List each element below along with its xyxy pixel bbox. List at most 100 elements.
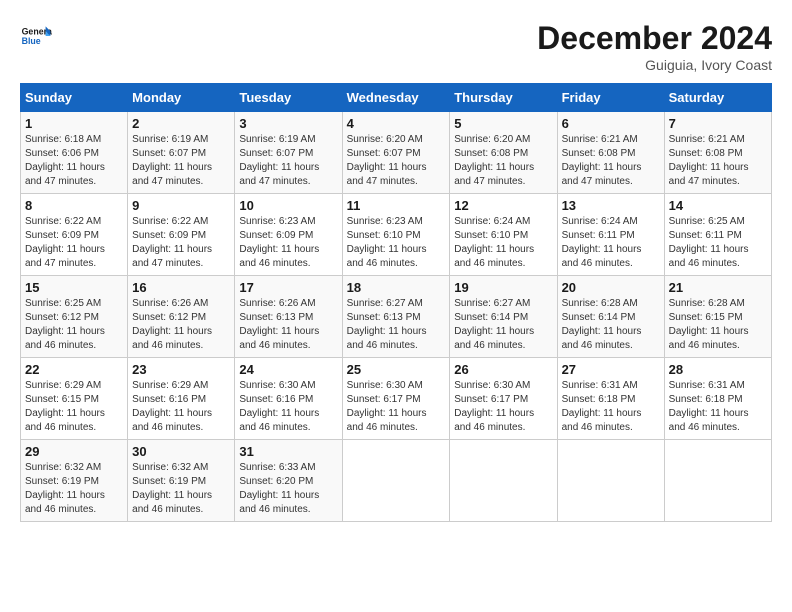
day-info: Sunrise: 6:27 AMSunset: 6:13 PMDaylight:… [347,298,427,351]
day-number: 11 [347,198,446,213]
logo-icon: General Blue [20,20,52,52]
day-info: Sunrise: 6:20 AMSunset: 6:07 PMDaylight:… [347,134,427,187]
day-number: 21 [669,280,767,295]
calendar-cell: 7 Sunrise: 6:21 AMSunset: 6:08 PMDayligh… [664,112,771,194]
day-info: Sunrise: 6:32 AMSunset: 6:19 PMDaylight:… [132,462,212,515]
day-info: Sunrise: 6:33 AMSunset: 6:20 PMDaylight:… [239,462,319,515]
weekday-header-friday: Friday [557,84,664,112]
day-number: 5 [454,116,552,131]
weekday-header-monday: Monday [128,84,235,112]
svg-text:Blue: Blue [22,36,41,46]
weekday-header-row: SundayMondayTuesdayWednesdayThursdayFrid… [21,84,772,112]
calendar-cell: 31 Sunrise: 6:33 AMSunset: 6:20 PMDaylig… [235,440,342,522]
day-info: Sunrise: 6:20 AMSunset: 6:08 PMDaylight:… [454,134,534,187]
day-number: 16 [132,280,230,295]
calendar-cell: 14 Sunrise: 6:25 AMSunset: 6:11 PMDaylig… [664,194,771,276]
calendar-week-row: 1 Sunrise: 6:18 AMSunset: 6:06 PMDayligh… [21,112,772,194]
calendar-cell: 26 Sunrise: 6:30 AMSunset: 6:17 PMDaylig… [450,358,557,440]
day-info: Sunrise: 6:29 AMSunset: 6:16 PMDaylight:… [132,380,212,433]
weekday-header-thursday: Thursday [450,84,557,112]
day-info: Sunrise: 6:22 AMSunset: 6:09 PMDaylight:… [132,216,212,269]
calendar-week-row: 29 Sunrise: 6:32 AMSunset: 6:19 PMDaylig… [21,440,772,522]
day-info: Sunrise: 6:19 AMSunset: 6:07 PMDaylight:… [132,134,212,187]
calendar-cell: 23 Sunrise: 6:29 AMSunset: 6:16 PMDaylig… [128,358,235,440]
day-number: 2 [132,116,230,131]
weekday-header-saturday: Saturday [664,84,771,112]
day-info: Sunrise: 6:19 AMSunset: 6:07 PMDaylight:… [239,134,319,187]
day-number: 19 [454,280,552,295]
calendar-cell: 12 Sunrise: 6:24 AMSunset: 6:10 PMDaylig… [450,194,557,276]
day-number: 29 [25,444,123,459]
month-title: December 2024 [537,20,772,57]
day-number: 24 [239,362,337,377]
calendar-cell: 17 Sunrise: 6:26 AMSunset: 6:13 PMDaylig… [235,276,342,358]
day-number: 27 [562,362,660,377]
day-number: 1 [25,116,123,131]
day-number: 22 [25,362,123,377]
weekday-header-tuesday: Tuesday [235,84,342,112]
day-number: 30 [132,444,230,459]
calendar-cell: 24 Sunrise: 6:30 AMSunset: 6:16 PMDaylig… [235,358,342,440]
day-number: 25 [347,362,446,377]
day-info: Sunrise: 6:18 AMSunset: 6:06 PMDaylight:… [25,134,105,187]
day-info: Sunrise: 6:30 AMSunset: 6:17 PMDaylight:… [347,380,427,433]
day-info: Sunrise: 6:23 AMSunset: 6:10 PMDaylight:… [347,216,427,269]
calendar-cell [342,440,450,522]
calendar-cell: 5 Sunrise: 6:20 AMSunset: 6:08 PMDayligh… [450,112,557,194]
day-number: 13 [562,198,660,213]
calendar-cell: 27 Sunrise: 6:31 AMSunset: 6:18 PMDaylig… [557,358,664,440]
day-number: 7 [669,116,767,131]
calendar-cell [664,440,771,522]
calendar-week-row: 15 Sunrise: 6:25 AMSunset: 6:12 PMDaylig… [21,276,772,358]
calendar-cell: 19 Sunrise: 6:27 AMSunset: 6:14 PMDaylig… [450,276,557,358]
calendar-cell: 10 Sunrise: 6:23 AMSunset: 6:09 PMDaylig… [235,194,342,276]
day-info: Sunrise: 6:32 AMSunset: 6:19 PMDaylight:… [25,462,105,515]
day-info: Sunrise: 6:31 AMSunset: 6:18 PMDaylight:… [562,380,642,433]
calendar-cell: 6 Sunrise: 6:21 AMSunset: 6:08 PMDayligh… [557,112,664,194]
day-number: 4 [347,116,446,131]
calendar-cell: 15 Sunrise: 6:25 AMSunset: 6:12 PMDaylig… [21,276,128,358]
day-number: 28 [669,362,767,377]
day-info: Sunrise: 6:21 AMSunset: 6:08 PMDaylight:… [669,134,749,187]
calendar-cell: 1 Sunrise: 6:18 AMSunset: 6:06 PMDayligh… [21,112,128,194]
day-info: Sunrise: 6:24 AMSunset: 6:11 PMDaylight:… [562,216,642,269]
day-number: 8 [25,198,123,213]
day-number: 17 [239,280,337,295]
day-number: 26 [454,362,552,377]
day-info: Sunrise: 6:22 AMSunset: 6:09 PMDaylight:… [25,216,105,269]
calendar-cell: 21 Sunrise: 6:28 AMSunset: 6:15 PMDaylig… [664,276,771,358]
title-area: December 2024 Guiguia, Ivory Coast [537,20,772,73]
day-info: Sunrise: 6:31 AMSunset: 6:18 PMDaylight:… [669,380,749,433]
day-number: 3 [239,116,337,131]
calendar-cell: 2 Sunrise: 6:19 AMSunset: 6:07 PMDayligh… [128,112,235,194]
calendar-cell [557,440,664,522]
day-info: Sunrise: 6:25 AMSunset: 6:11 PMDaylight:… [669,216,749,269]
calendar-cell: 20 Sunrise: 6:28 AMSunset: 6:14 PMDaylig… [557,276,664,358]
day-number: 9 [132,198,230,213]
day-info: Sunrise: 6:30 AMSunset: 6:16 PMDaylight:… [239,380,319,433]
day-info: Sunrise: 6:21 AMSunset: 6:08 PMDaylight:… [562,134,642,187]
day-number: 20 [562,280,660,295]
calendar-cell: 18 Sunrise: 6:27 AMSunset: 6:13 PMDaylig… [342,276,450,358]
calendar-cell: 30 Sunrise: 6:32 AMSunset: 6:19 PMDaylig… [128,440,235,522]
day-number: 31 [239,444,337,459]
day-info: Sunrise: 6:28 AMSunset: 6:15 PMDaylight:… [669,298,749,351]
calendar-cell: 8 Sunrise: 6:22 AMSunset: 6:09 PMDayligh… [21,194,128,276]
day-number: 14 [669,198,767,213]
calendar-cell [450,440,557,522]
day-info: Sunrise: 6:26 AMSunset: 6:12 PMDaylight:… [132,298,212,351]
calendar-cell: 22 Sunrise: 6:29 AMSunset: 6:15 PMDaylig… [21,358,128,440]
day-number: 12 [454,198,552,213]
day-info: Sunrise: 6:24 AMSunset: 6:10 PMDaylight:… [454,216,534,269]
day-info: Sunrise: 6:29 AMSunset: 6:15 PMDaylight:… [25,380,105,433]
calendar-cell: 11 Sunrise: 6:23 AMSunset: 6:10 PMDaylig… [342,194,450,276]
day-info: Sunrise: 6:25 AMSunset: 6:12 PMDaylight:… [25,298,105,351]
day-number: 18 [347,280,446,295]
day-info: Sunrise: 6:23 AMSunset: 6:09 PMDaylight:… [239,216,319,269]
day-number: 10 [239,198,337,213]
day-number: 15 [25,280,123,295]
calendar-week-row: 22 Sunrise: 6:29 AMSunset: 6:15 PMDaylig… [21,358,772,440]
calendar-cell: 29 Sunrise: 6:32 AMSunset: 6:19 PMDaylig… [21,440,128,522]
calendar-cell: 4 Sunrise: 6:20 AMSunset: 6:07 PMDayligh… [342,112,450,194]
calendar-cell: 13 Sunrise: 6:24 AMSunset: 6:11 PMDaylig… [557,194,664,276]
